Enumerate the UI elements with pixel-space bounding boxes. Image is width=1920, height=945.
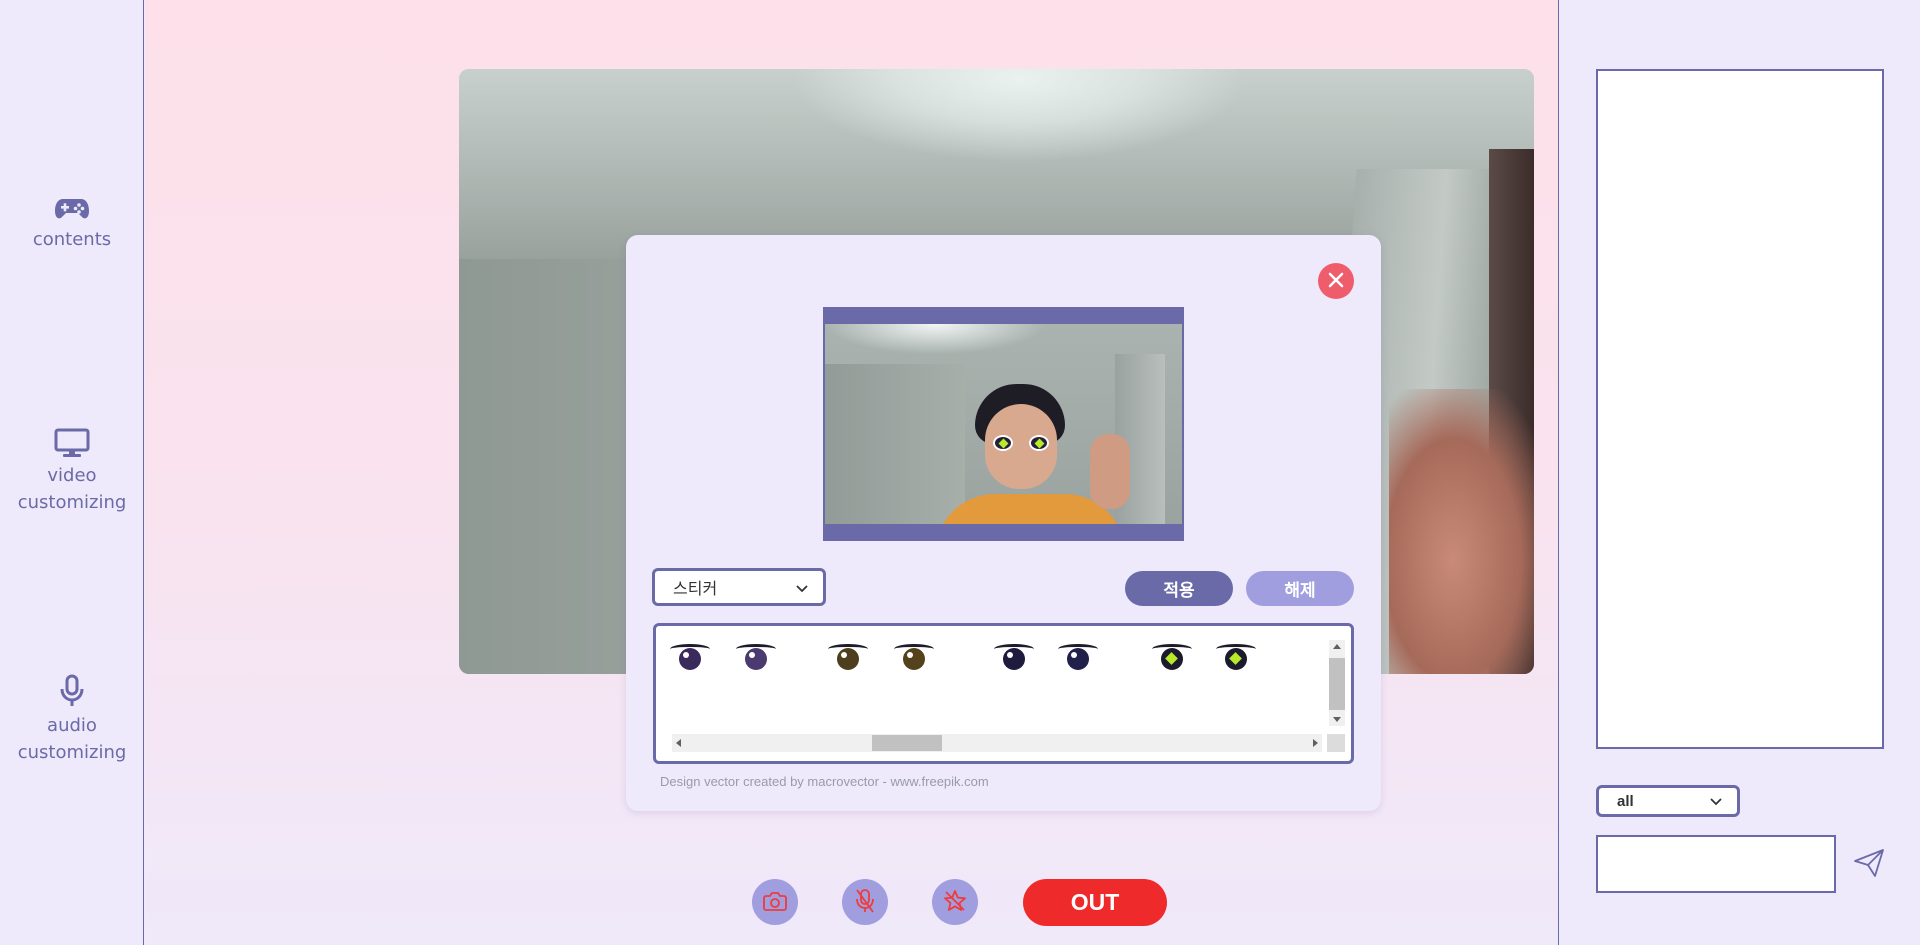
microphone-icon xyxy=(855,888,875,917)
camera-toggle-button[interactable] xyxy=(752,879,798,925)
video-customizing-modal: 스티커 적용 해제 Design vector created by macro… xyxy=(626,235,1381,811)
chat-target-value: all xyxy=(1617,792,1634,810)
sticker-item[interactable] xyxy=(1056,640,1100,674)
apply-button[interactable]: 적용 xyxy=(1125,571,1233,606)
sticker-item[interactable] xyxy=(992,640,1036,674)
sticker-item[interactable] xyxy=(826,640,870,674)
microphone-toggle-button[interactable] xyxy=(842,879,888,925)
design-credit: Design vector created by macrovector - w… xyxy=(660,774,989,789)
filter-type-value: 스티커 xyxy=(673,579,718,598)
sticker-item[interactable] xyxy=(1214,640,1258,674)
preview-sticker-eye-right xyxy=(1029,435,1049,451)
effects-toggle-button[interactable] xyxy=(932,879,978,925)
camera-icon xyxy=(763,891,787,914)
sidebar-item-video-customizing[interactable]: video customizing xyxy=(0,428,144,516)
send-button[interactable] xyxy=(1851,848,1887,880)
sticker-item[interactable] xyxy=(1150,640,1194,674)
chat-messages xyxy=(1596,69,1884,749)
sticker-item[interactable] xyxy=(734,640,778,674)
chat-target-select[interactable]: all xyxy=(1596,785,1740,817)
sidebar-item-label-line1: audio xyxy=(47,715,97,736)
preview-sticker-eye-left xyxy=(993,435,1013,451)
main-stage: 스티커 적용 해제 Design vector created by macro… xyxy=(145,0,1559,945)
chat-input[interactable] xyxy=(1596,835,1836,893)
gamepad-icon xyxy=(0,196,144,222)
paper-plane-icon xyxy=(1853,849,1885,881)
sticker-horizontal-scrollbar[interactable] xyxy=(672,734,1322,752)
sidebar-item-label-line2: customizing xyxy=(17,492,127,513)
sidebar-item-contents[interactable]: contents xyxy=(0,196,144,253)
sidebar-item-audio-customizing[interactable]: audio customizing xyxy=(0,674,144,766)
chevron-down-icon xyxy=(795,580,809,599)
sidebar-item-label-line2: customizing xyxy=(17,742,127,763)
sticker-list xyxy=(653,623,1354,764)
preview-video xyxy=(825,324,1182,524)
sidebar-item-label: contents xyxy=(32,229,112,250)
filter-preview xyxy=(823,307,1184,541)
sidebar: contents video customizing audio customi… xyxy=(0,0,144,945)
leave-room-button[interactable]: OUT xyxy=(1023,879,1167,926)
sticker-item[interactable] xyxy=(668,640,712,674)
sidebar-item-label-line1: video xyxy=(47,465,97,486)
sticker-vertical-scrollbar[interactable] xyxy=(1329,640,1345,726)
close-button[interactable] xyxy=(1318,263,1354,299)
star-off-icon xyxy=(943,889,967,916)
chat-panel: all xyxy=(1560,0,1920,945)
sticker-item[interactable] xyxy=(892,640,936,674)
chevron-down-icon xyxy=(1709,794,1723,812)
close-icon xyxy=(1328,272,1344,291)
microphone-icon xyxy=(0,674,144,708)
monitor-icon xyxy=(0,428,144,458)
remove-button[interactable]: 해제 xyxy=(1246,571,1354,606)
filter-type-select[interactable]: 스티커 xyxy=(652,568,826,606)
